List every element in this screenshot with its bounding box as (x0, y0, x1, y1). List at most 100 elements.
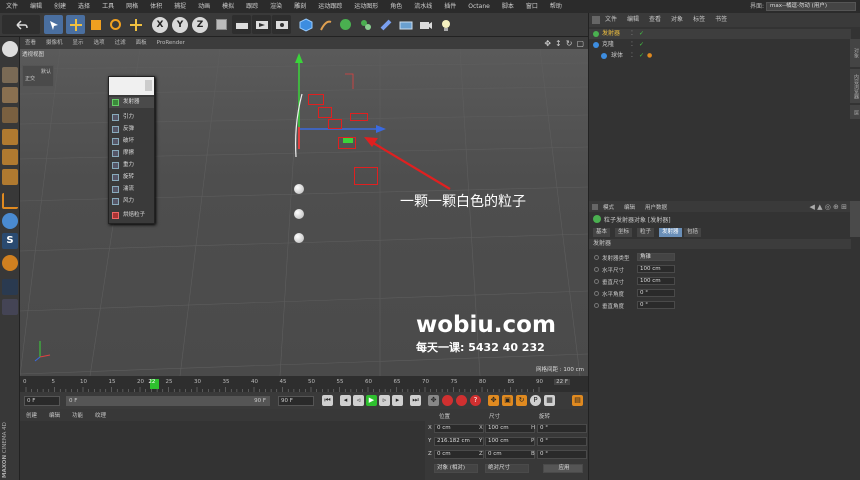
pos-z-field[interactable]: 0 cm (434, 450, 484, 459)
mat-menu-function[interactable]: 功能 (66, 411, 89, 419)
vp-menu-prorender[interactable]: ProRender (152, 37, 190, 49)
menu-item-destructor[interactable]: 破坏 (109, 136, 154, 147)
om-menu-objects[interactable]: 对象 (666, 13, 688, 27)
keyframe-dot[interactable] (594, 255, 599, 260)
coordinate-system-icon[interactable] (212, 15, 231, 34)
pen-spline-icon[interactable] (316, 15, 335, 34)
menu-item-rotation[interactable]: 旋转 (109, 172, 154, 183)
prop-emitter-type-select[interactable]: 角锥 (637, 253, 675, 261)
side-tab-content-browser[interactable]: 内容浏览器 (850, 69, 860, 103)
parameter-key-icon[interactable]: P (530, 395, 541, 406)
coord-mode-select[interactable]: 对象 (相对) (434, 464, 478, 473)
cube-icon[interactable] (296, 15, 315, 34)
render-settings-icon[interactable] (272, 15, 291, 34)
orbit-icon[interactable]: ↻ (566, 39, 573, 48)
vp-menu-filter[interactable]: 过滤 (110, 37, 131, 49)
quantize-icon[interactable] (2, 255, 18, 271)
menu-pipeline[interactable]: 流水线 (408, 0, 438, 13)
vp-menu-view[interactable]: 查看 (20, 37, 41, 49)
points-mode-icon[interactable] (2, 129, 18, 145)
vp-menu-camera[interactable]: 摄像机 (41, 37, 68, 49)
menu-help[interactable]: 帮助 (544, 0, 568, 13)
tweak-mode-icon[interactable] (2, 213, 18, 229)
vp-menu-options[interactable]: 选项 (89, 37, 110, 49)
render-view-icon[interactable] (232, 15, 251, 34)
model-mode-icon[interactable] (2, 67, 18, 83)
deformer-icon[interactable] (376, 15, 395, 34)
prev-key-icon[interactable]: ◂ (340, 395, 351, 406)
auto-key-icon[interactable] (456, 395, 467, 406)
keyframe-dot[interactable] (594, 303, 599, 308)
polygons-mode-icon[interactable] (2, 169, 18, 185)
menu-item-attractor[interactable]: 引力 (109, 112, 154, 123)
menu-item-emitter[interactable]: 发射器 (109, 97, 154, 108)
tab-coordinates[interactable]: 坐标 (615, 228, 633, 237)
menu-script[interactable]: 脚本 (496, 0, 520, 13)
popup-scroll-icon[interactable] (145, 80, 152, 91)
enabled-check-icon[interactable]: ✓ (639, 40, 644, 50)
om-menu-tags[interactable]: 标签 (688, 13, 710, 27)
start-frame-field[interactable]: 0 F (24, 396, 60, 406)
go-to-start-icon[interactable]: ⏮ (322, 395, 333, 406)
menu-item-gravity[interactable]: 重力 (109, 160, 154, 171)
apply-button[interactable]: 应用 (543, 464, 583, 473)
next-frame-icon[interactable]: ▹ (379, 395, 390, 406)
menu-item-wind[interactable]: 风力 (109, 196, 154, 207)
menu-window[interactable]: 窗口 (520, 0, 544, 13)
side-tab-layers[interactable]: 层 (850, 105, 860, 119)
record-icon[interactable] (442, 395, 453, 406)
mat-menu-create[interactable]: 创建 (20, 411, 43, 419)
am-menu-userdata[interactable]: 用户数据 (640, 203, 672, 211)
texture-mode-icon[interactable] (2, 87, 18, 103)
tab-emitter[interactable]: 发射器 (659, 228, 682, 237)
om-menu-edit[interactable]: 编辑 (622, 13, 644, 27)
y-axis-lock-icon[interactable]: Y (172, 17, 188, 33)
go-to-end-icon[interactable]: ⏭ (410, 395, 421, 406)
point-level-key-icon[interactable]: ▦ (544, 395, 555, 406)
menu-item-deflector[interactable]: 反弹 (109, 124, 154, 135)
menu-snap[interactable]: 捕捉 (168, 0, 192, 13)
mat-menu-edit[interactable]: 编辑 (43, 411, 66, 419)
edges-mode-icon[interactable] (2, 149, 18, 165)
floor-icon[interactable] (396, 15, 415, 34)
pan-icon[interactable]: ✥ (544, 39, 551, 48)
visibility-dots-icon[interactable]: ⁚ (631, 51, 633, 61)
menu-volume[interactable]: 体积 (144, 0, 168, 13)
pos-x-field[interactable]: 0 cm (434, 424, 484, 433)
visibility-dots-icon[interactable]: ⁚ (631, 40, 633, 50)
object-row-emitter[interactable]: 发射器 ⁚ ✓ (589, 29, 851, 39)
menu-tools[interactable]: 工具 (96, 0, 120, 13)
rot-h-field[interactable]: 0 ° (537, 424, 587, 433)
menu-sculpt[interactable]: 雕刻 (288, 0, 312, 13)
scale-key-icon[interactable]: ▣ (502, 395, 513, 406)
mat-menu-texture[interactable]: 纹理 (89, 411, 112, 419)
prev-frame-icon[interactable]: ◃ (353, 395, 364, 406)
x-axis-lock-icon[interactable]: X (152, 17, 168, 33)
object-row-sphere[interactable]: 球体 ⁚ ✓ ● (589, 51, 851, 61)
select-live-icon[interactable] (44, 15, 63, 34)
om-menu-file[interactable]: 文件 (600, 13, 622, 27)
enabled-check-icon[interactable]: ✓ (639, 29, 644, 39)
render-picture-viewer-icon[interactable] (252, 15, 271, 34)
am-menu-edit[interactable]: 编辑 (619, 203, 640, 211)
keyframe-dot[interactable] (594, 279, 599, 284)
position-key-icon[interactable]: ✥ (488, 395, 499, 406)
menu-file[interactable]: 文件 (0, 0, 24, 13)
menu-plugins[interactable]: 插件 (438, 0, 462, 13)
prop-horizontal-size-field[interactable]: 100 cm (637, 265, 675, 273)
om-menu-bookmarks[interactable]: 书签 (710, 13, 732, 27)
visibility-dots-icon[interactable]: ⁚ (631, 29, 633, 39)
side-tab-attributes[interactable] (850, 201, 860, 237)
snap-icon[interactable]: S (2, 233, 18, 249)
scale-icon[interactable] (86, 15, 105, 34)
recent-tool-icon[interactable] (126, 15, 145, 34)
keyframe-dot[interactable] (594, 267, 599, 272)
light-icon[interactable] (436, 15, 455, 34)
menu-simulate[interactable]: 模拟 (216, 0, 240, 13)
menu-mograph[interactable]: 运动图形 (348, 0, 384, 13)
keyframe-dot[interactable] (594, 291, 599, 296)
workplane-icon[interactable] (2, 279, 18, 295)
zoom-icon[interactable]: ↕ (555, 39, 562, 48)
menu-select[interactable]: 选择 (72, 0, 96, 13)
vp-menu-display[interactable]: 显示 (68, 37, 89, 49)
